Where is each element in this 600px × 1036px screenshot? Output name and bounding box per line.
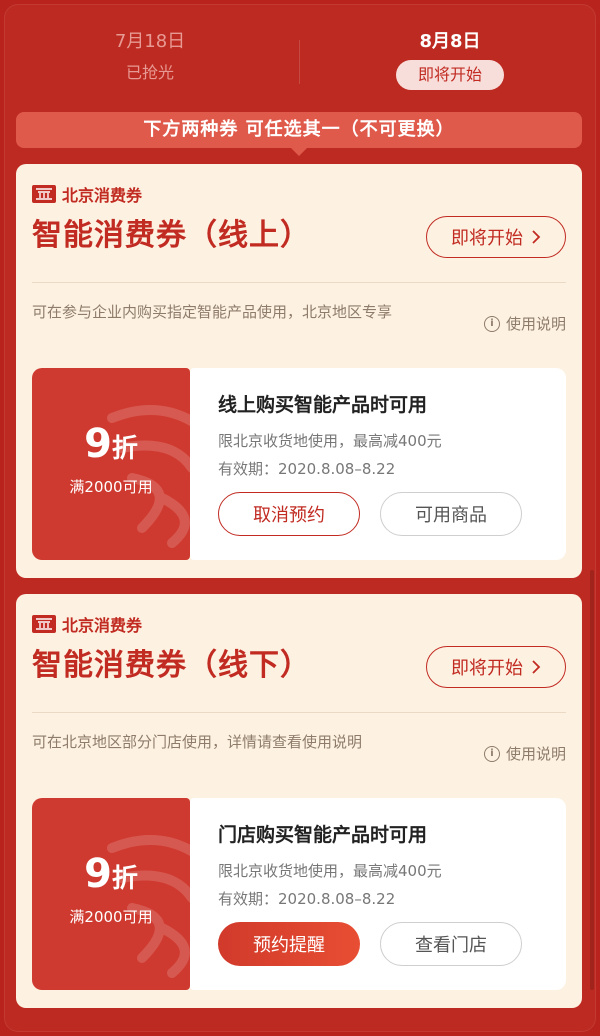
chevron-right-icon (532, 230, 541, 244)
view-stores-button[interactable]: 查看门店 (380, 922, 522, 966)
cancel-reservation-button[interactable]: 取消预约 (218, 492, 360, 536)
start-button[interactable]: 即将开始 (426, 646, 566, 688)
coupon-limit: 限北京收货地使用，最高减400元 (218, 432, 442, 450)
discount-threshold: 满2000可用 (69, 478, 153, 496)
chevron-right-icon (532, 660, 541, 674)
brand: 北京消费券 (32, 182, 142, 206)
tab-august-8[interactable]: 8月8日 即将开始 (300, 30, 600, 90)
tab-date: 8月8日 (419, 31, 481, 52)
coupon-validity: 有效期：2020.8.08–8.22 (218, 890, 396, 908)
notice-arrow (291, 148, 307, 156)
discount-number: 9 (84, 851, 112, 897)
start-button-label: 即将开始 (451, 658, 523, 679)
tab-date: 7月18日 (114, 31, 186, 52)
info-icon: i (483, 746, 500, 762)
coupon-discount-panel: 9折 满2000可用 (32, 368, 190, 560)
usage-instructions-link[interactable]: i 使用说明 (483, 314, 566, 334)
card-description: 可在北京地区部分门店使用，详情请查看使用说明 (32, 733, 363, 751)
brand-logo-icon (32, 185, 56, 203)
tab-july-18[interactable]: 7月18日 已抢光 (0, 30, 300, 84)
discount-number: 9 (84, 421, 112, 467)
coupon-title: 门店购买智能产品时可用 (218, 824, 428, 846)
usage-instructions-label: 使用说明 (505, 745, 566, 763)
card-description: 可在参与企业内购买指定智能产品使用，北京地区专享 (32, 303, 393, 321)
coupon-card-online: 北京消费券 智能消费券（线上） 即将开始 可在参与企业内购买指定智能产品使用，北… (16, 164, 582, 578)
discount-unit: 折 (111, 864, 138, 894)
card-title: 智能消费券（线上） (32, 218, 311, 253)
coupon-details: 门店购买智能产品时可用 限北京收货地使用，最高减400元 有效期：2020.8.… (190, 798, 566, 990)
coupon-validity: 有效期：2020.8.08–8.22 (218, 460, 396, 478)
coupon: 9折 满2000可用 门店购买智能产品时可用 限北京收货地使用，最高减400元 … (32, 798, 566, 990)
discount-value: 9折 (32, 850, 190, 903)
discount-threshold: 满2000可用 (69, 908, 153, 926)
available-products-button[interactable]: 可用商品 (380, 492, 522, 536)
date-tabs: 7月18日 已抢光 8月8日 即将开始 (0, 0, 600, 100)
coupon-card-offline: 北京消费券 智能消费券（线下） 即将开始 可在北京地区部分门店使用，详情请查看使… (16, 594, 582, 1008)
brand-logo-icon (32, 615, 56, 633)
coupon-limit: 限北京收货地使用，最高减400元 (218, 862, 442, 880)
coupon-details: 线上购买智能产品时可用 限北京收货地使用，最高减400元 有效期：2020.8.… (190, 368, 566, 560)
coupon-discount-panel: 9折 满2000可用 (32, 798, 190, 990)
start-button-label: 即将开始 (451, 228, 523, 249)
brand: 北京消费券 (32, 612, 142, 636)
tab-status-pill: 即将开始 (395, 60, 504, 90)
tab-status: 已抢光 (125, 63, 174, 82)
brand-name: 北京消费券 (62, 616, 143, 635)
choose-one-notice: 下方两种券 可任选其一（不可更换） (16, 112, 582, 148)
coupon-title: 线上购买智能产品时可用 (218, 394, 428, 416)
brand-name: 北京消费券 (62, 186, 143, 205)
coupon: 9折 满2000可用 线上购买智能产品时可用 限北京收货地使用，最高减400元 … (32, 368, 566, 560)
divider (32, 282, 566, 283)
usage-instructions-label: 使用说明 (505, 315, 566, 333)
discount-value: 9折 (32, 420, 190, 473)
divider (32, 712, 566, 713)
reservation-reminder-button[interactable]: 预约提醒 (218, 922, 360, 966)
start-button[interactable]: 即将开始 (426, 216, 566, 258)
card-title: 智能消费券（线下） (32, 648, 311, 683)
discount-unit: 折 (111, 434, 138, 464)
scrollbar[interactable] (590, 570, 594, 990)
usage-instructions-link[interactable]: i 使用说明 (483, 744, 566, 764)
info-icon: i (483, 316, 500, 332)
